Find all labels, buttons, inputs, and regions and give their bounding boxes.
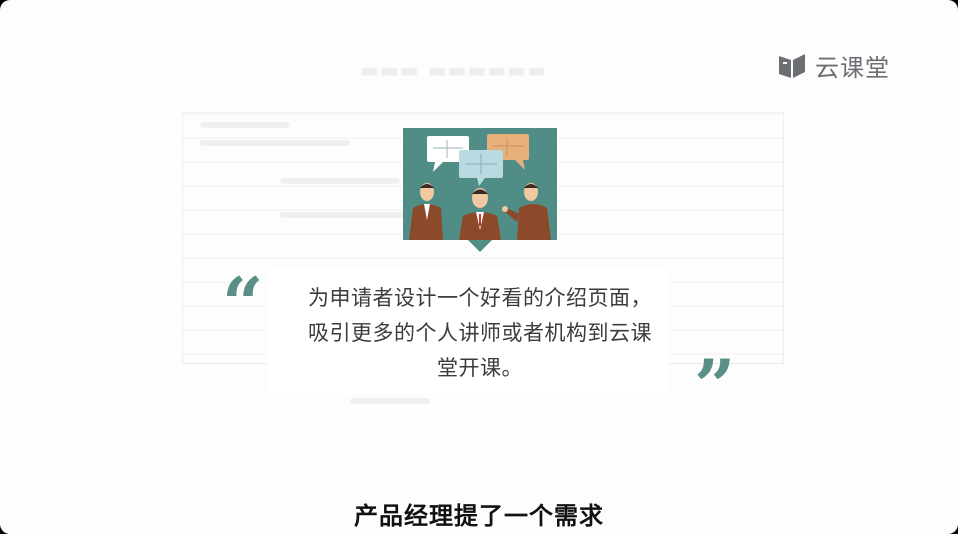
- quote-text: 为申请者设计一个好看的介绍页面，吸引更多的个人讲师或者机构到云课堂开课。: [308, 286, 652, 380]
- close-quote-mark: ”: [694, 343, 736, 428]
- background-faded-line: [350, 398, 430, 404]
- video-slide: ▬▬▬ ▬▬▬▬▬▬ 云课堂 “ 为申请者设计一个好看的介绍页面，吸引更多的个人…: [0, 0, 958, 534]
- book-icon: [779, 53, 805, 78]
- background-faded-line: [200, 122, 290, 128]
- brand-name: 云课堂: [815, 54, 890, 82]
- video-subtitle: 产品经理提了一个需求: [354, 502, 604, 530]
- team-discussion-illustration: [403, 128, 557, 252]
- background-faded-title: ▬▬▬ ▬▬▬▬▬▬: [360, 58, 548, 82]
- background-faded-line: [280, 178, 400, 184]
- background-faded-line: [200, 140, 350, 146]
- brand-logo: 云课堂: [777, 48, 890, 83]
- open-quote-mark: “: [222, 261, 264, 346]
